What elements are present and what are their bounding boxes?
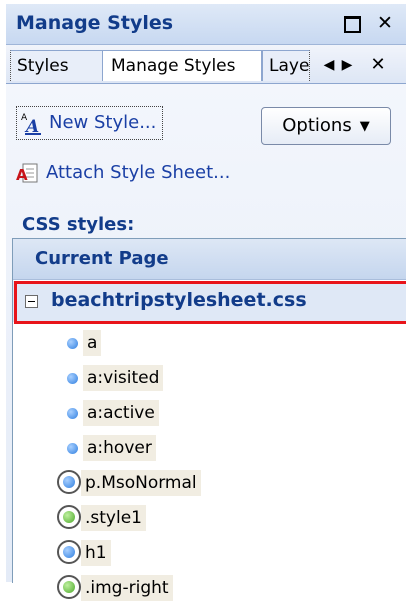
group-header-current-page: Current Page bbox=[13, 239, 406, 280]
close-pane-button[interactable]: ✕ bbox=[374, 11, 396, 35]
style-name: .img-right bbox=[81, 575, 173, 601]
ringed-blue-dot-icon bbox=[57, 470, 81, 494]
pane-title: Manage Styles bbox=[16, 12, 174, 34]
style-item-p-msonormal[interactable]: p.MsoNormal bbox=[57, 467, 377, 501]
style-item-a-hover[interactable]: a:hover bbox=[57, 432, 377, 466]
close-icon: ✕ bbox=[370, 54, 386, 75]
new-style-link[interactable]: A A New Style... bbox=[16, 106, 164, 140]
attach-style-sheet-icon: A bbox=[16, 161, 38, 185]
pane-titlebar: Manage Styles ✕ bbox=[6, 4, 406, 45]
style-name: a:visited bbox=[83, 365, 164, 391]
style-name: .style1 bbox=[81, 505, 146, 531]
ringed-green-dot-icon bbox=[57, 505, 81, 529]
style-name: a:hover bbox=[83, 435, 156, 461]
caret-down-icon: ▼ bbox=[359, 119, 370, 134]
close-icon: ✕ bbox=[377, 12, 393, 34]
restore-button[interactable] bbox=[340, 11, 362, 35]
tab-label: Layers bbox=[269, 56, 310, 76]
tab-label: Styles bbox=[17, 56, 69, 76]
attach-style-sheet-label: Attach Style Sheet... bbox=[46, 162, 231, 183]
dot-fill bbox=[63, 511, 75, 523]
restore-icon bbox=[344, 16, 361, 33]
highlight-outline bbox=[14, 281, 406, 324]
manage-styles-pane: Manage Styles ✕ Styles Manage Styles Lay… bbox=[0, 0, 406, 601]
css-styles-list[interactable]: Current Page beachtripstylesheet.css a a… bbox=[12, 238, 406, 601]
triangle-left-icon: ◀ bbox=[323, 57, 335, 73]
pane-tab-strip: Styles Manage Styles Layers ◀ ▶ ✕ bbox=[6, 45, 406, 84]
group-header-label: Current Page bbox=[35, 248, 169, 269]
tab-scroll-left-button[interactable]: ◀ bbox=[321, 52, 337, 78]
tab-styles[interactable]: Styles bbox=[10, 50, 106, 81]
tab-label: Manage Styles bbox=[111, 56, 236, 76]
style-item-img-right[interactable]: .img-right bbox=[57, 572, 377, 606]
ringed-blue-dot-icon bbox=[57, 540, 81, 564]
style-item-a-visited[interactable]: a:visited bbox=[57, 362, 377, 396]
new-style-icon: A A bbox=[21, 111, 43, 137]
dot-fill bbox=[63, 581, 75, 593]
style-name: a bbox=[83, 330, 102, 356]
style-name: a:active bbox=[83, 400, 159, 426]
style-name: h1 bbox=[81, 540, 111, 566]
blue-dot-icon bbox=[67, 408, 78, 419]
style-item-h1[interactable]: h1 bbox=[57, 537, 377, 571]
style-item-style1[interactable]: .style1 bbox=[57, 502, 377, 536]
pane-content: A A New Style... Options ▼ A Attach Style… bbox=[6, 84, 406, 601]
options-label: Options bbox=[282, 115, 352, 136]
blue-dot-icon bbox=[67, 443, 78, 454]
attach-style-sheet-link[interactable]: A Attach Style Sheet... bbox=[16, 161, 230, 185]
blue-dot-icon bbox=[67, 338, 78, 349]
new-style-label: New Style... bbox=[49, 112, 157, 133]
close-tab-button[interactable]: ✕ bbox=[370, 52, 386, 78]
css-styles-label: CSS styles: bbox=[22, 214, 135, 235]
options-dropdown-button[interactable]: Options ▼ bbox=[261, 107, 391, 145]
blue-dot-icon bbox=[67, 373, 78, 384]
svg-text:A: A bbox=[16, 166, 28, 184]
tab-manage-styles[interactable]: Manage Styles bbox=[102, 50, 262, 81]
dot-fill bbox=[63, 476, 75, 488]
ringed-green-dot-icon bbox=[57, 575, 81, 599]
style-item-a[interactable]: a bbox=[57, 327, 377, 361]
tab-layers[interactable]: Layers bbox=[262, 50, 310, 81]
style-name: p.MsoNormal bbox=[81, 470, 201, 496]
triangle-right-icon: ▶ bbox=[341, 57, 353, 73]
tab-scroll-right-button[interactable]: ▶ bbox=[339, 52, 355, 78]
svg-text:A: A bbox=[24, 117, 39, 135]
dot-fill bbox=[63, 546, 75, 558]
style-item-a-active[interactable]: a:active bbox=[57, 397, 377, 431]
